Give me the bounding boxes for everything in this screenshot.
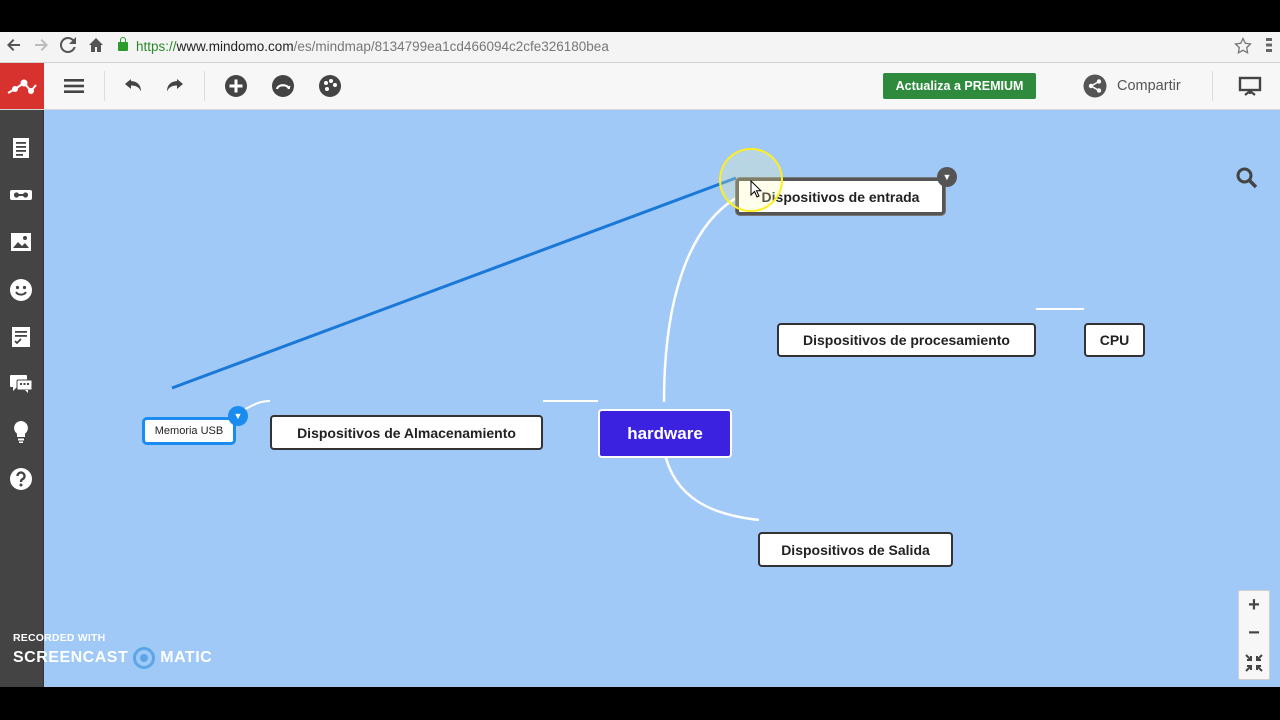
- connector-root-entrada: [662, 196, 737, 403]
- node-label: Dispositivos de procesamiento: [803, 332, 1010, 348]
- smiley-icon[interactable]: [9, 278, 33, 302]
- link-icon[interactable]: [9, 183, 33, 207]
- presentation-icon[interactable]: [1238, 74, 1262, 98]
- app-toolbar: Actualiza a PREMIUM Compartir: [0, 63, 1280, 110]
- screencast-watermark: RECORDED WITH SCREENCAST MATIC: [13, 632, 212, 669]
- menu-icon[interactable]: [1259, 37, 1279, 57]
- zoom-out-button[interactable]: −: [1239, 619, 1269, 647]
- palette-icon[interactable]: [318, 74, 342, 98]
- relationship-line[interactable]: [171, 176, 737, 390]
- collapse-toggle-icon[interactable]: ▼: [937, 167, 957, 187]
- url-host: www.mindomo.com: [176, 39, 294, 54]
- fit-to-screen-icon[interactable]: [1239, 649, 1269, 677]
- node-root-hardware[interactable]: hardware: [598, 409, 732, 458]
- zoom-controls: + −: [1238, 590, 1270, 680]
- search-icon[interactable]: [1235, 166, 1259, 190]
- app-frame: https://www.mindomo.com/es/mindmap/81347…: [0, 32, 1280, 687]
- root-label: hardware: [627, 423, 703, 443]
- toolbar-divider: [1212, 71, 1213, 101]
- bookmark-star-icon[interactable]: [1233, 36, 1253, 57]
- watermark-screencast: SCREENCAST: [13, 649, 129, 666]
- share-label: Compartir: [1117, 78, 1181, 94]
- url-path: /es/mindmap/8134799ea1cd466094c2cfe32618…: [293, 39, 609, 54]
- lock-icon: [118, 37, 128, 51]
- undo-icon[interactable]: [122, 74, 146, 98]
- node-cpu[interactable]: CPU: [1084, 323, 1145, 357]
- back-arrow-icon[interactable]: [4, 37, 24, 57]
- hamburger-menu-icon[interactable]: [62, 74, 86, 98]
- node-dispositivos-procesamiento[interactable]: Dispositivos de procesamiento: [777, 323, 1036, 357]
- upgrade-premium-button[interactable]: Actualiza a PREMIUM: [883, 73, 1036, 99]
- mouse-pointer-icon: [750, 180, 762, 198]
- node-label: Dispositivos de Almacenamiento: [297, 424, 516, 441]
- notes-icon[interactable]: [9, 136, 33, 160]
- idea-bulb-icon[interactable]: [9, 420, 33, 444]
- node-label: Dispositivos de entrada: [761, 188, 920, 205]
- node-memoria-usb[interactable]: Memoria USB: [142, 417, 236, 445]
- connector-lines: [171, 176, 1084, 522]
- reload-icon[interactable]: [58, 36, 78, 57]
- address-bar[interactable]: https://www.mindomo.com/es/mindmap/81347…: [118, 37, 609, 57]
- forward-arrow-icon[interactable]: [31, 37, 51, 57]
- node-label: CPU: [1099, 332, 1130, 348]
- screencast-logo-icon: [133, 647, 156, 669]
- home-icon[interactable]: [86, 37, 106, 57]
- toolbar-divider: [104, 71, 105, 101]
- share-icon: [1083, 74, 1107, 98]
- node-label: Dispositivos de Salida: [781, 541, 930, 558]
- mindomo-logo-icon[interactable]: [0, 63, 44, 109]
- share-button[interactable]: Compartir: [1083, 74, 1181, 98]
- left-sidebar: [0, 110, 44, 687]
- redo-icon[interactable]: [162, 74, 186, 98]
- image-icon[interactable]: [9, 230, 33, 254]
- mindmap-canvas[interactable]: Dispositivos de entrada ▼ Dispositivos d…: [44, 110, 1280, 687]
- zoom-in-button[interactable]: +: [1239, 591, 1269, 619]
- comments-icon[interactable]: [9, 372, 33, 396]
- watermark-line1: RECORDED WITH: [13, 632, 106, 644]
- node-label: Memoria USB: [154, 425, 224, 437]
- help-icon[interactable]: [9, 467, 33, 491]
- collapse-toggle-icon[interactable]: ▼: [228, 406, 248, 426]
- url-protocol: https://: [136, 39, 177, 54]
- task-icon[interactable]: [9, 325, 33, 349]
- watermark-matic: MATIC: [160, 649, 213, 666]
- node-dispositivos-almacenamiento[interactable]: Dispositivos de Almacenamiento: [270, 415, 543, 450]
- node-dispositivos-salida[interactable]: Dispositivos de Salida: [758, 532, 953, 567]
- toolbar-divider: [204, 71, 205, 101]
- watermark-line2: SCREENCAST MATIC: [13, 647, 212, 669]
- browser-toolbar: https://www.mindomo.com/es/mindmap/81347…: [0, 32, 1280, 63]
- relationship-icon[interactable]: [271, 74, 295, 98]
- connector-root-salida: [662, 449, 760, 522]
- add-topic-icon[interactable]: [224, 74, 248, 98]
